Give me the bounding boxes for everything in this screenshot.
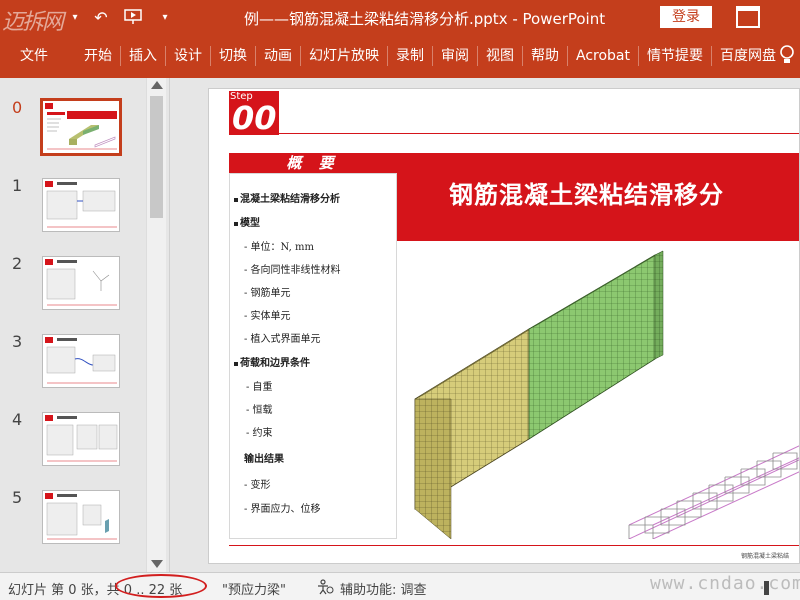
overview-subitem: - 界面应力、位移 (244, 504, 321, 515)
ribbon-tabs: 文件 开始 插入 设计 切换 动画 幻灯片放映 录制 审阅 视图 帮助 Acro… (0, 34, 800, 78)
lightbulb-icon[interactable] (778, 44, 796, 66)
status-bar: 幻灯片 第 0 张，共 0 .. 22 张 "预应力梁" 辅助功能: 调查 ww… (0, 572, 800, 600)
tab-home[interactable]: 开始 (76, 44, 120, 68)
slide-thumbnail[interactable] (42, 256, 120, 310)
quick-access-toolbar: ▾ ↶ ▾ (62, 0, 178, 34)
overview-subitem: - 约束 (246, 428, 273, 439)
slide-number: 3 (12, 332, 23, 351)
slide-footer: 钢筋混凝土梁粘结 (741, 553, 790, 560)
thumbnail-pane: 0 1 2 3 4 5 (0, 78, 170, 572)
dropdown-arrow-icon[interactable]: ▾ (68, 5, 82, 29)
title-bar: 迈拆网 ▾ ↶ ▾ 例——钢筋混凝土梁粘结滑移分析.pptx - PowerPo… (0, 0, 800, 35)
thumbnail-scrollbar[interactable] (146, 78, 166, 572)
tab-storyboard[interactable]: 情节提要 (639, 44, 711, 68)
title-banner: 钢筋混凝土梁粘结滑移分 (397, 153, 799, 241)
tab-file[interactable]: 文件 (0, 44, 76, 68)
tab-insert[interactable]: 插入 (121, 44, 165, 68)
bullet-icon (234, 361, 238, 366)
overview-subitem: - 变形 (244, 480, 271, 491)
overview-heading: 概 要 (229, 153, 397, 173)
tab-view[interactable]: 视图 (478, 44, 522, 68)
thumbnail-slide-1[interactable]: 1 (0, 176, 145, 246)
slide-title: 钢筋混凝土梁粘结滑移分 (449, 180, 724, 209)
site-watermark: www.cndao.com (650, 573, 800, 594)
slide-thumbnail[interactable] (42, 412, 120, 466)
accessibility-icon[interactable] (316, 579, 334, 595)
zoom-slider-handle[interactable] (764, 581, 769, 595)
tab-review[interactable]: 审阅 (433, 44, 477, 68)
tab-slideshow[interactable]: 幻灯片放映 (301, 44, 387, 68)
overview-panel: 混凝土梁粘结滑移分析 模型 - 单位：N, mm - 各向同性非线性材料 - 钢… (229, 173, 397, 539)
slide-number: 2 (12, 254, 23, 273)
slide-number: 0 (12, 98, 23, 117)
undo-icon[interactable]: ↶ (88, 5, 114, 29)
slide-thumbnail[interactable] (42, 490, 120, 544)
site-logo: 迈拆网 (2, 10, 64, 35)
customize-icon[interactable]: ▾ (152, 5, 178, 29)
tab-design[interactable]: 设计 (166, 44, 210, 68)
overview-item: 混凝土梁粘结滑移分析 (234, 190, 340, 205)
footer-divider (229, 545, 799, 546)
thumbnail-slide-4[interactable]: 4 (0, 410, 145, 480)
accessibility-status[interactable]: 辅助功能: 调查 (340, 579, 427, 598)
tab-record[interactable]: 录制 (388, 44, 432, 68)
slide-thumbnail[interactable] (42, 178, 120, 232)
theme-name: "预应力梁" (222, 583, 286, 598)
tab-acrobat[interactable]: Acrobat (568, 44, 638, 68)
present-icon[interactable] (120, 5, 146, 29)
overview-subitem: - 恒载 (246, 405, 273, 416)
scroll-down-icon[interactable] (151, 560, 163, 568)
scroll-up-icon[interactable] (151, 81, 163, 89)
login-button[interactable]: 登录 (660, 6, 712, 28)
slide-number: 1 (12, 176, 23, 195)
slide-thumbnail[interactable] (40, 98, 122, 156)
overview-item: 荷载和边界条件 (234, 354, 310, 369)
slide-number: 5 (12, 488, 23, 507)
concrete-solid-green (528, 254, 656, 440)
tab-transitions[interactable]: 切换 (211, 44, 255, 68)
annotation-circle (115, 574, 207, 598)
overview-item: 模型 (234, 214, 260, 229)
step-number: 00 (232, 99, 277, 137)
overview-item: 输出结果 (244, 454, 284, 465)
header-divider (279, 133, 799, 134)
rebar-cage (628, 445, 799, 539)
overview-subitem: - 自重 (246, 382, 273, 393)
thumbnail-slide-0[interactable]: 0 (0, 98, 145, 168)
bullet-icon (234, 221, 238, 226)
tab-animations[interactable]: 动画 (256, 44, 300, 68)
step-badge: Step 00 (229, 91, 279, 135)
thumbnail-slide-2[interactable]: 2 (0, 254, 145, 324)
overview-subitem: - 植入式界面单元 (244, 334, 321, 345)
slide-number: 4 (12, 410, 23, 429)
tab-baidu-netdisk[interactable]: 百度网盘 (712, 44, 784, 68)
thumbnail-slide-5[interactable]: 5 (0, 488, 145, 558)
thumbnail-slide-3[interactable]: 3 (0, 332, 145, 402)
overview-subitem: - 单位：N, mm (244, 242, 314, 253)
fe-model-figure (414, 250, 799, 539)
overview-subitem: - 钢筋单元 (244, 288, 291, 299)
slide-canvas[interactable]: Step 00 概 要 混凝土梁粘结滑移分析 模型 - 单位：N, mm - 各… (208, 88, 800, 564)
overview-subitem: - 实体单元 (244, 311, 291, 322)
bullet-icon (234, 197, 238, 202)
window-title: 例——钢筋混凝土梁粘结滑移分析.pptx - PowerPoint (244, 10, 606, 28)
tab-help[interactable]: 帮助 (523, 44, 567, 68)
ribbon-display-icon[interactable] (736, 6, 760, 28)
scrollbar-thumb[interactable] (150, 96, 163, 218)
slide-thumbnail[interactable] (42, 334, 120, 388)
overview-subitem: - 各向同性非线性材料 (244, 265, 341, 276)
